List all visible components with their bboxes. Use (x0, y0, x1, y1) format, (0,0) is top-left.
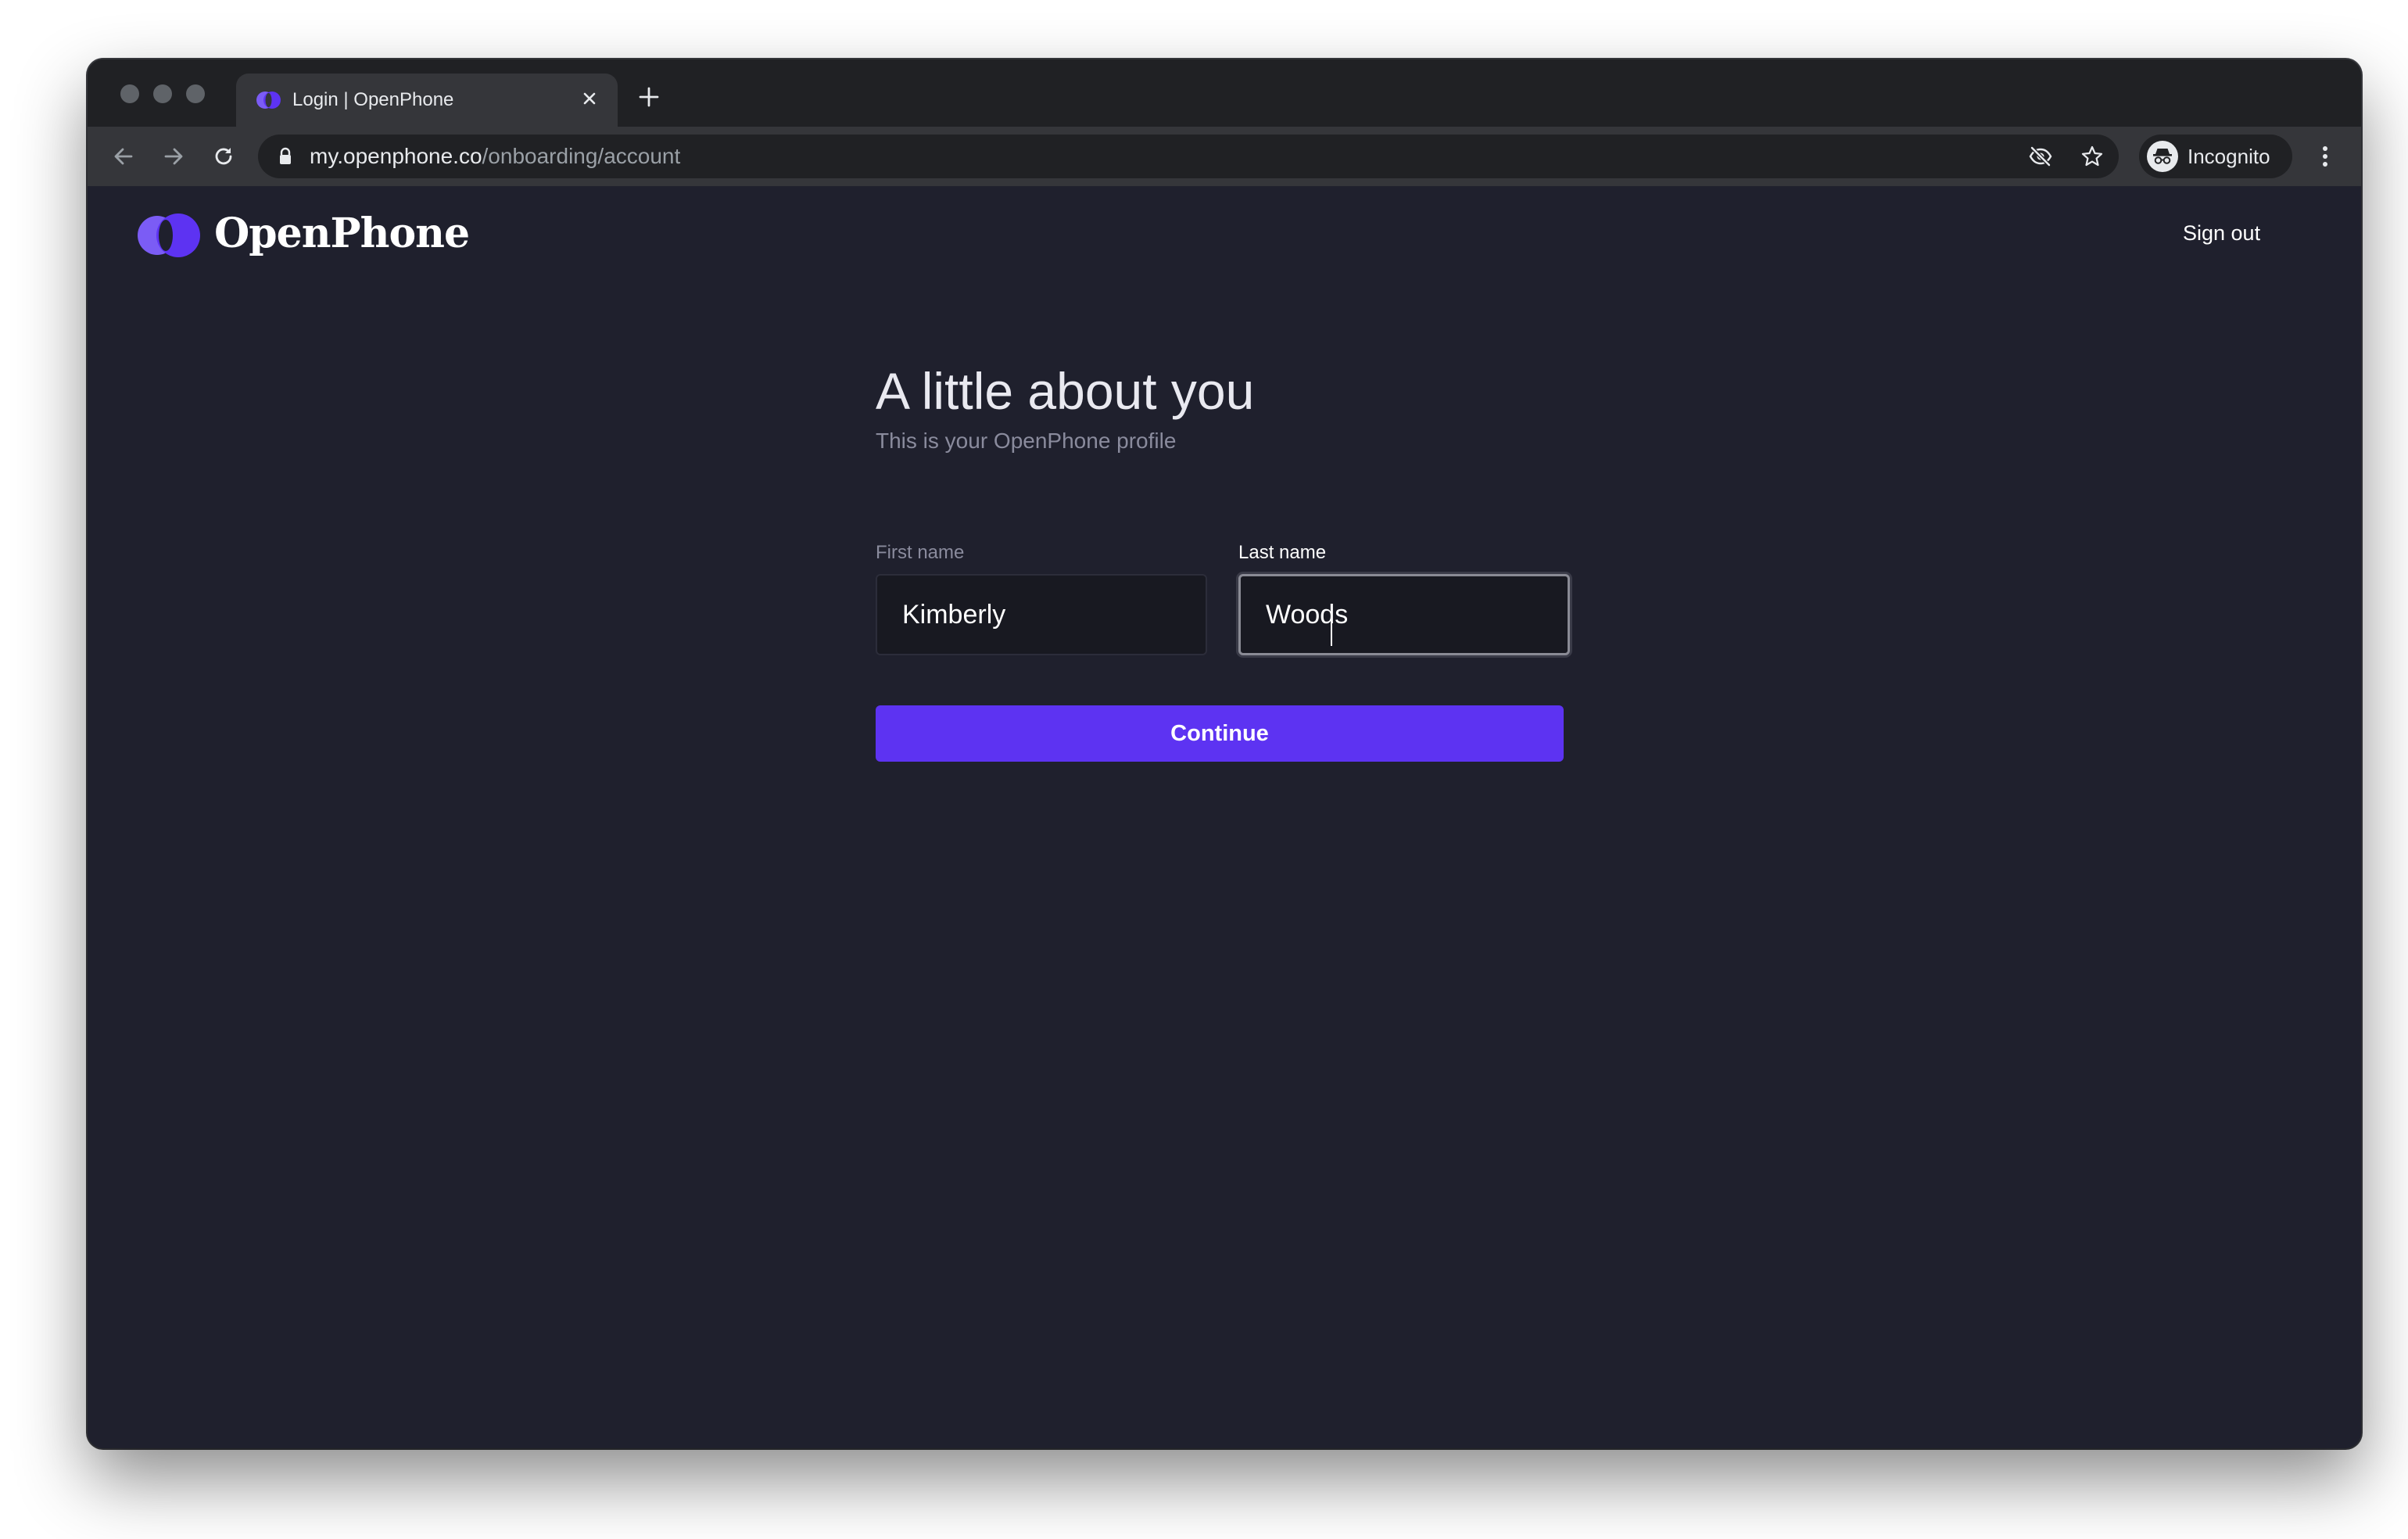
last-name-input[interactable] (1238, 574, 1570, 655)
page-title: A little about you (876, 362, 1255, 420)
browser-tab[interactable]: Login | OpenPhone (236, 74, 618, 127)
new-tab-button[interactable] (632, 80, 666, 114)
close-window-button[interactable] (120, 84, 139, 103)
browser-toolbar: my.openphone.co/onboarding/account Incog… (88, 127, 2361, 186)
browser-window: Login | OpenPhone my.openphone.co/onboar… (88, 59, 2361, 1448)
page-subtitle: This is your OpenPhone profile (876, 429, 1177, 453)
text-caret (1331, 612, 1332, 646)
openphone-logo-icon (256, 91, 281, 109)
reload-icon (215, 148, 232, 165)
reload-button[interactable] (205, 138, 242, 175)
url-host: my.openphone.co (310, 144, 482, 168)
close-icon (583, 92, 596, 105)
star-icon (2081, 145, 2103, 167)
more-vertical-icon (2323, 146, 2327, 167)
back-button[interactable] (105, 138, 142, 175)
incognito-icon (2147, 141, 2178, 172)
first-name-input[interactable] (876, 574, 1207, 655)
bookmark-button[interactable] (2080, 144, 2105, 169)
logo-wordmark[interactable]: OpenPhone (214, 208, 470, 260)
tab-close-button[interactable] (575, 84, 604, 113)
incognito-label: Incognito (2188, 145, 2270, 168)
arrow-left-icon (114, 148, 133, 165)
address-bar[interactable]: my.openphone.co/onboarding/account (258, 135, 2119, 178)
last-name-label: Last name (1238, 542, 1327, 563)
incognito-profile-button[interactable]: Incognito (2139, 135, 2292, 178)
zoom-window-button[interactable] (186, 84, 205, 103)
eye-slash-icon (2029, 146, 2052, 167)
forward-button[interactable] (155, 138, 192, 175)
browser-menu-button[interactable] (2311, 138, 2339, 175)
url-text: my.openphone.co/onboarding/account (310, 144, 680, 169)
continue-button[interactable]: Continue (876, 705, 1564, 762)
minimize-window-button[interactable] (153, 84, 172, 103)
arrow-right-icon (164, 148, 183, 165)
first-name-label: First name (876, 542, 965, 563)
tab-title: Login | OpenPhone (292, 89, 454, 110)
browser-title-bar: Login | OpenPhone (88, 59, 2361, 127)
sign-out-link[interactable]: Sign out (2183, 219, 2260, 247)
url-path: /onboarding/account (482, 144, 681, 168)
plus-icon (639, 87, 659, 107)
openphone-logo-icon[interactable] (136, 210, 202, 261)
incognito-glyph (2153, 149, 2172, 164)
tracking-protection-button[interactable] (2028, 144, 2053, 169)
page-content: OpenPhone Sign out A little about you Th… (88, 186, 2361, 1448)
lock-icon (280, 147, 291, 164)
